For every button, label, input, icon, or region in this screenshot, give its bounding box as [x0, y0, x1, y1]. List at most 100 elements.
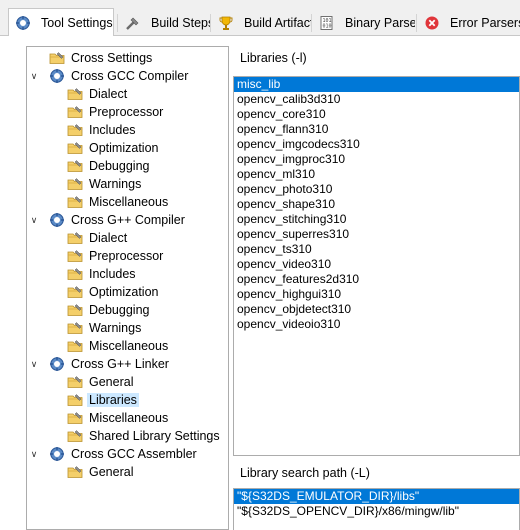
tree-node[interactable]: Miscellaneous: [67, 409, 170, 427]
tree-node-label: Shared Library Settings: [89, 429, 220, 443]
library-item[interactable]: opencv_ts310: [234, 242, 519, 257]
tree-node[interactable]: ∨ Cross GCC Assembler: [31, 445, 199, 463]
settings-folder-icon: [67, 376, 83, 388]
tree-node-label: Libraries: [87, 393, 139, 407]
tool-gear-icon: [50, 69, 64, 83]
tree-node[interactable]: Debugging: [67, 157, 151, 175]
tree-node-label: Miscellaneous: [89, 339, 169, 353]
tool-settings-content: Cross Settings ∨ Cross GCC Compiler Dialect…: [0, 36, 520, 530]
library-item[interactable]: opencv_features2d310: [234, 272, 519, 287]
search-path-item[interactable]: "${S32DS_EMULATOR_DIR}/libs": [234, 489, 519, 504]
tree-node-label: Preprocessor: [89, 105, 164, 119]
tree-node[interactable]: Miscellaneous: [67, 337, 170, 355]
library-item[interactable]: opencv_calib3d310: [234, 92, 519, 107]
settings-folder-icon: [67, 232, 83, 244]
settings-folder-icon: [67, 412, 83, 424]
tool-gear-icon: [50, 357, 64, 371]
tree-node[interactable]: Includes: [67, 121, 138, 139]
tree-node[interactable]: Dialect: [67, 85, 129, 103]
library-item[interactable]: opencv_highgui310: [234, 287, 519, 302]
chevron-down-icon[interactable]: ∨: [29, 215, 39, 225]
tree-node-label: Debugging: [89, 303, 150, 317]
library-item[interactable]: opencv_stitching310: [234, 212, 519, 227]
tab-tool-settings[interactable]: Tool Settings: [8, 8, 114, 36]
tree-node-label: Dialect: [89, 87, 128, 101]
settings-folder-icon: [67, 88, 83, 100]
chevron-down-icon[interactable]: ∨: [29, 359, 39, 369]
settings-folder-icon: [67, 196, 83, 208]
tree-node[interactable]: Shared Library Settings: [67, 427, 222, 445]
svg-text:010: 010: [323, 24, 332, 30]
tab-label: Tool Settings: [41, 15, 113, 30]
tree-node-label: Includes: [89, 123, 136, 137]
library-item[interactable]: misc_lib: [234, 77, 519, 92]
tree-node[interactable]: ∨ Cross G++ Linker: [31, 355, 171, 373]
library-item[interactable]: opencv_flann310: [234, 122, 519, 137]
error-icon: [425, 16, 439, 30]
library-item[interactable]: opencv_superres310: [234, 227, 519, 242]
tree-node-label: Dialect: [89, 231, 128, 245]
search-path-title: Library search path (-L): [240, 466, 370, 480]
settings-tree[interactable]: Cross Settings ∨ Cross GCC Compiler Dialect…: [26, 46, 229, 530]
tree-node[interactable]: Miscellaneous: [67, 193, 170, 211]
tab-build-steps[interactable]: Build Steps: [119, 10, 211, 36]
tree-node-label: Warnings: [89, 177, 142, 191]
tab-binary-parsers[interactable]: 101 010 Binary Parsers: [313, 10, 415, 36]
tree-node[interactable]: Cross Settings: [49, 49, 154, 67]
settings-folder-icon: [67, 160, 83, 172]
library-item[interactable]: opencv_imgproc310: [234, 152, 519, 167]
library-item[interactable]: opencv_imgcodecs310: [234, 137, 519, 152]
settings-folder-icon: [67, 250, 83, 262]
tree-node-label: Debugging: [89, 159, 150, 173]
settings-folder-icon: [67, 394, 83, 406]
tree-node-label: Preprocessor: [89, 249, 164, 263]
build-steps-icon: [126, 17, 139, 30]
settings-folder-icon: [67, 466, 83, 478]
tree-node[interactable]: Dialect: [67, 229, 129, 247]
tree-node[interactable]: General: [67, 373, 135, 391]
tree-node[interactable]: General: [67, 463, 135, 481]
tree-node[interactable]: Preprocessor: [67, 247, 165, 265]
library-item[interactable]: opencv_videoio310: [234, 317, 519, 332]
library-item[interactable]: opencv_ml310: [234, 167, 519, 182]
library-item[interactable]: opencv_shape310: [234, 197, 519, 212]
chevron-down-icon[interactable]: ∨: [29, 449, 39, 459]
tree-node-label: Warnings: [89, 321, 142, 335]
tree-node[interactable]: ∨ Cross GCC Compiler: [31, 67, 190, 85]
tab-label: Error Parsers: [450, 16, 520, 30]
tab-label: Binary Parsers: [345, 16, 415, 30]
library-item[interactable]: opencv_video310: [234, 257, 519, 272]
tree-node[interactable]: Warnings: [67, 175, 143, 193]
tree-node[interactable]: ∨ Cross G++ Compiler: [31, 211, 187, 229]
search-path-list[interactable]: "${S32DS_EMULATOR_DIR}/libs" "${S32DS_OPE…: [233, 488, 520, 530]
libraries-title: Libraries (-l): [240, 51, 307, 65]
tab-error-parsers[interactable]: Error Parsers: [418, 10, 520, 36]
settings-folder-icon: [49, 52, 65, 64]
tree-node[interactable]: Optimization: [67, 139, 160, 157]
search-path-item[interactable]: "${S32DS_OPENCV_DIR}/x86/mingw/lib": [234, 504, 519, 519]
tab-build-artifact[interactable]: Build Artifact: [212, 10, 312, 36]
settings-folder-icon: [67, 124, 83, 136]
tree-node-label: Cross G++ Compiler: [71, 213, 185, 227]
tree-node[interactable]: Debugging: [67, 301, 151, 319]
settings-folder-icon: [67, 430, 83, 442]
gear-icon: [16, 15, 30, 30]
tree-node[interactable]: Warnings: [67, 319, 143, 337]
tab-bar: Tool Settings Build Steps Build Artifact…: [0, 0, 520, 36]
tree-node[interactable]: Includes: [67, 265, 138, 283]
tool-gear-icon: [50, 213, 64, 227]
settings-folder-icon: [67, 178, 83, 190]
library-item[interactable]: opencv_photo310: [234, 182, 519, 197]
trophy-icon: [219, 16, 233, 30]
libraries-list[interactable]: misc_lib opencv_calib3d310 opencv_core310 o…: [233, 76, 520, 456]
tree-node[interactable]: Preprocessor: [67, 103, 165, 121]
tree-node[interactable]: Libraries: [67, 391, 139, 409]
chevron-down-icon[interactable]: ∨: [29, 71, 39, 81]
tree-node-label: Optimization: [89, 285, 159, 299]
binary-parser-icon: 101 010: [320, 16, 333, 30]
library-item[interactable]: opencv_core310: [234, 107, 519, 122]
library-item[interactable]: opencv_objdetect310: [234, 302, 519, 317]
tree-node[interactable]: Optimization: [67, 283, 160, 301]
tree-node-label: Cross GCC Assembler: [71, 447, 197, 461]
tab-label: Build Artifact: [244, 16, 312, 30]
